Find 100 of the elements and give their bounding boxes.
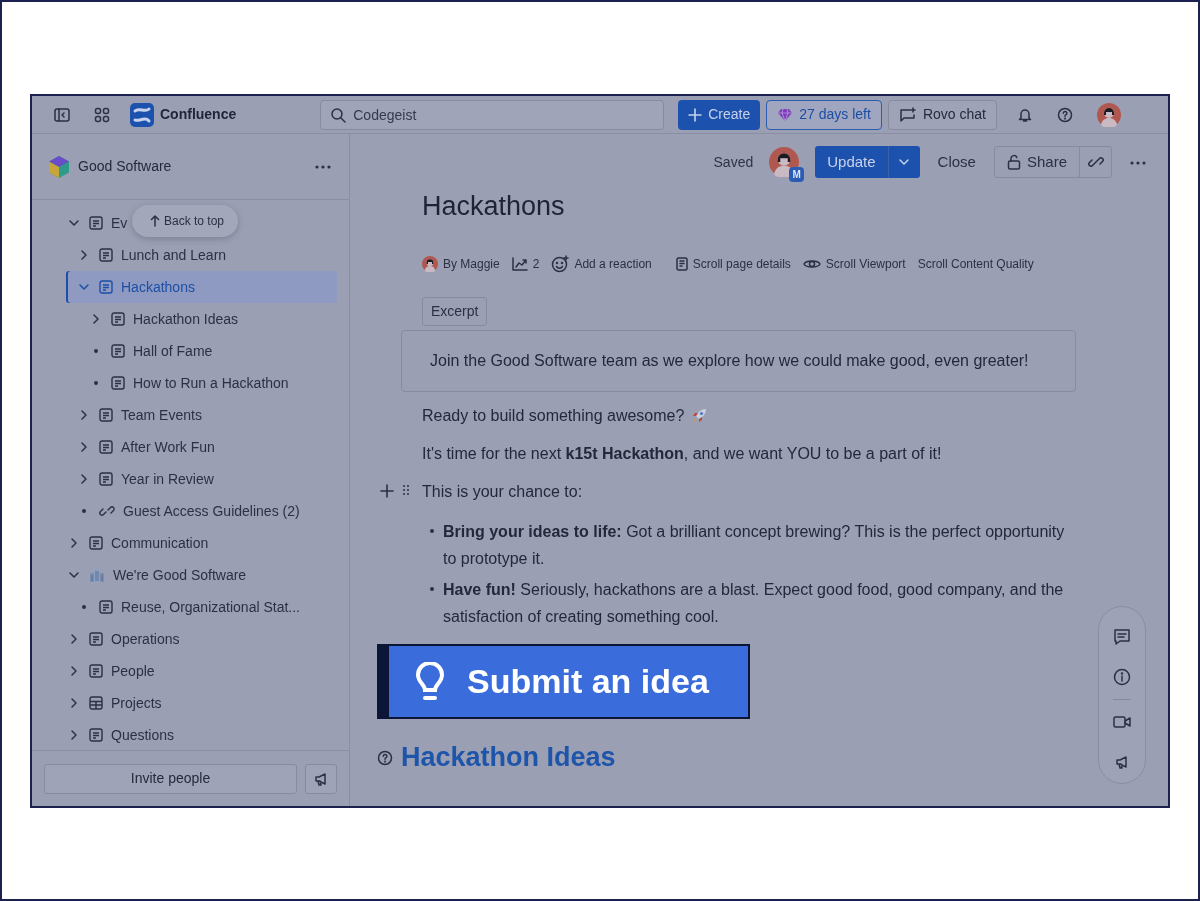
video-icon	[1113, 715, 1131, 729]
page-icon	[89, 664, 103, 678]
more-icon[interactable]	[1130, 160, 1146, 165]
page-icon	[99, 280, 113, 294]
tree-item[interactable]: Year in Review	[66, 463, 218, 495]
create-button[interactable]: Create	[678, 99, 761, 130]
tree-item[interactable]: Hall of Fame	[66, 335, 217, 367]
tree-item[interactable]: Guest Access Guidelines (2)	[66, 495, 304, 527]
plus-icon	[688, 107, 703, 122]
unlock-icon	[1006, 154, 1021, 170]
trial-button[interactable]: 27 days left	[766, 99, 882, 130]
tree-item[interactable]: Hackathons	[66, 271, 337, 303]
chevron-down-icon[interactable]	[68, 219, 80, 227]
editor-avatar[interactable]	[769, 147, 800, 177]
lightbulb-icon	[415, 661, 445, 702]
table-icon	[89, 696, 103, 710]
more-icon[interactable]	[315, 164, 331, 169]
chevron-right-icon[interactable]	[70, 729, 78, 741]
tree-item[interactable]: Communication	[66, 527, 213, 559]
submit-idea-button[interactable]: Submit an idea	[377, 644, 750, 720]
info-icon	[1113, 668, 1131, 686]
diamond-icon	[777, 107, 794, 122]
chevron-right-icon[interactable]	[70, 633, 78, 645]
chevron-right-icon[interactable]	[80, 441, 88, 453]
page-details-link[interactable]: Scroll page details	[692, 255, 791, 274]
chevron-right-icon[interactable]	[92, 313, 100, 325]
bell-icon[interactable]	[1016, 106, 1033, 123]
back-to-top-tooltip[interactable]: Back to top	[132, 205, 239, 237]
author-avatar	[422, 256, 438, 273]
tree-item[interactable]: People	[66, 655, 159, 687]
chevron-down-icon	[898, 158, 911, 166]
bullet-item: Have fun! Seriously, hackathons are a blast. Expect good food, good company, and the satisfaction of creating something cool.	[443, 580, 1065, 628]
drag-handle-icon[interactable]	[402, 484, 410, 497]
megaphone-icon	[1114, 754, 1130, 770]
save-status: Saved	[713, 152, 754, 172]
chevron-right-icon[interactable]	[80, 249, 88, 261]
excerpt-label: Excerpt	[422, 297, 488, 327]
tree-item[interactable]: Reuse, Organizational Stat...	[66, 591, 304, 623]
arrow-up-icon	[150, 215, 160, 227]
paragraph: This is your chance to:	[422, 482, 583, 503]
page-icon	[99, 440, 113, 454]
page-icon	[89, 632, 103, 646]
feedback-button[interactable]	[305, 763, 337, 794]
author-link[interactable]: By Maggie	[443, 255, 500, 274]
link-icon	[99, 503, 115, 519]
tree-item[interactable]: Lunch and Learn	[66, 239, 231, 271]
emoji-icon	[551, 255, 570, 274]
tree-item[interactable]: Operations	[66, 623, 184, 655]
page-icon	[99, 600, 113, 614]
bullet-icon	[430, 587, 434, 592]
page-icon	[99, 248, 113, 262]
tree-item[interactable]: How to Run a Hackathon	[66, 367, 293, 399]
page-icon	[111, 376, 125, 390]
help-icon[interactable]	[377, 749, 393, 766]
page-icon	[99, 408, 113, 422]
page-icon	[111, 312, 125, 326]
plus-icon[interactable]	[380, 484, 394, 499]
help-icon[interactable]	[1056, 106, 1073, 123]
tree-item[interactable]: Ev	[66, 207, 132, 239]
chevron-right-icon[interactable]	[70, 537, 78, 549]
document-icon	[675, 257, 688, 272]
chevron-down-icon[interactable]	[68, 571, 80, 579]
close-button[interactable]: Close	[929, 150, 984, 174]
space-name[interactable]: Good Software	[78, 156, 307, 177]
chevron-right-icon[interactable]	[80, 473, 88, 485]
content-quality-link[interactable]: Scroll Content Quality	[917, 255, 1034, 274]
paragraph: Ready to build something awesome?	[422, 406, 685, 427]
building-icon	[89, 568, 105, 582]
logo-icon[interactable]	[130, 102, 154, 127]
page-icon	[89, 728, 103, 742]
section-heading: Hackathon Ideas	[401, 741, 616, 774]
viewport-link[interactable]: Scroll Viewport	[825, 255, 906, 274]
chevron-down-icon[interactable]	[78, 283, 90, 291]
tree-item[interactable]: Hackathon Ideas	[66, 303, 243, 335]
add-reaction-button[interactable]: Add a reaction	[574, 255, 652, 274]
product-name[interactable]: Confluence	[160, 104, 237, 125]
chevron-right-icon[interactable]	[70, 665, 78, 677]
trend-icon	[511, 257, 528, 272]
sidebar-toggle-icon	[54, 106, 70, 123]
rovo-chat-button[interactable]: Rovo chat	[887, 99, 997, 130]
invite-people-button[interactable]: Invite people	[44, 763, 297, 794]
search-icon	[330, 106, 347, 123]
tree-item[interactable]: Projects	[66, 687, 166, 719]
space-logo-icon	[48, 154, 70, 179]
page-title: Hackathons	[422, 190, 566, 223]
rocket-icon	[690, 407, 709, 426]
search-field[interactable]: Codegeist	[320, 99, 665, 130]
app-switcher-icon[interactable]	[94, 106, 110, 123]
update-button[interactable]: Update	[815, 146, 888, 178]
chevron-right-icon[interactable]	[80, 409, 88, 421]
excerpt-text: Join the Good Software team as we explore how we could make good, even greater!	[401, 330, 1076, 393]
profile-avatar[interactable]	[1096, 102, 1121, 127]
tree-item[interactable]: Team Events	[66, 399, 206, 431]
tree-item[interactable]: After Work Fun	[66, 431, 219, 463]
tree-item[interactable]: We're Good Software	[66, 559, 251, 591]
page-icon	[89, 536, 103, 550]
chevron-right-icon[interactable]	[70, 697, 78, 709]
eye-icon	[802, 258, 821, 271]
bullet-item: Bring your ideas to life: Got a brilliant concept brewing? This is the perfect opportunity to prototype it.	[443, 522, 1066, 570]
tree-item[interactable]: Questions	[66, 719, 179, 750]
